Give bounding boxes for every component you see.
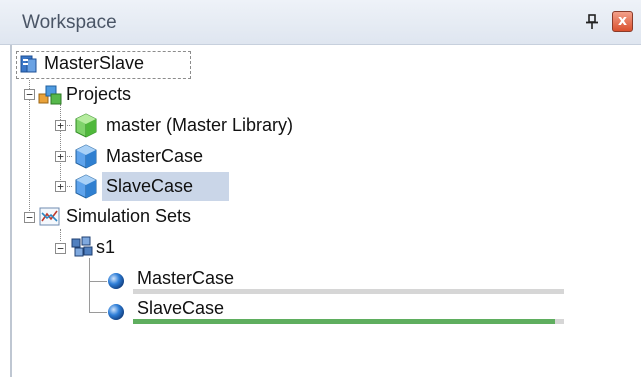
run-slavecase-progress [133, 319, 564, 324]
run-mastercase-progress [133, 289, 564, 294]
expander-master[interactable]: + [55, 120, 66, 131]
expander-mastercase[interactable]: + [55, 151, 66, 162]
workspace-icon [18, 53, 40, 79]
projects-icon [38, 83, 64, 111]
expander-projects[interactable]: − [24, 89, 35, 100]
expander-slavecase[interactable]: + [55, 181, 66, 192]
simulation-sets-label[interactable]: Simulation Sets [66, 206, 191, 227]
projects-label[interactable]: Projects [66, 84, 131, 105]
simulation-set-icon [69, 234, 95, 264]
project-item-slavecase-label[interactable]: SlaveCase [106, 176, 193, 197]
tree-connector [89, 281, 107, 282]
tree-connector [89, 312, 107, 313]
workspace-tree: MasterSlave − Projects + master (Master … [0, 0, 641, 377]
simulation-set-s1-label[interactable]: s1 [96, 237, 115, 258]
run-slavecase-progress-fill [133, 319, 556, 324]
run-mastercase-label[interactable]: MasterCase [137, 268, 234, 289]
case-cube-icon [72, 173, 100, 204]
tree-connector [60, 104, 61, 186]
run-ball-icon [106, 271, 126, 295]
project-item-master-label[interactable]: master (Master Library) [106, 115, 293, 136]
run-ball-icon [106, 302, 126, 326]
simulation-sets-icon [38, 205, 62, 233]
tree-root-label: MasterSlave [44, 53, 145, 73]
project-item-mastercase-label[interactable]: MasterCase [106, 146, 203, 167]
run-slavecase-label[interactable]: SlaveCase [137, 298, 224, 319]
workspace-panel: Workspace x MasterSlave − Projects + mas… [0, 0, 641, 377]
case-cube-icon [72, 143, 100, 174]
tree-connector [89, 258, 90, 313]
expander-simulation-sets[interactable]: − [24, 212, 35, 223]
library-cube-icon [72, 112, 100, 143]
expander-s1[interactable]: − [55, 243, 66, 254]
